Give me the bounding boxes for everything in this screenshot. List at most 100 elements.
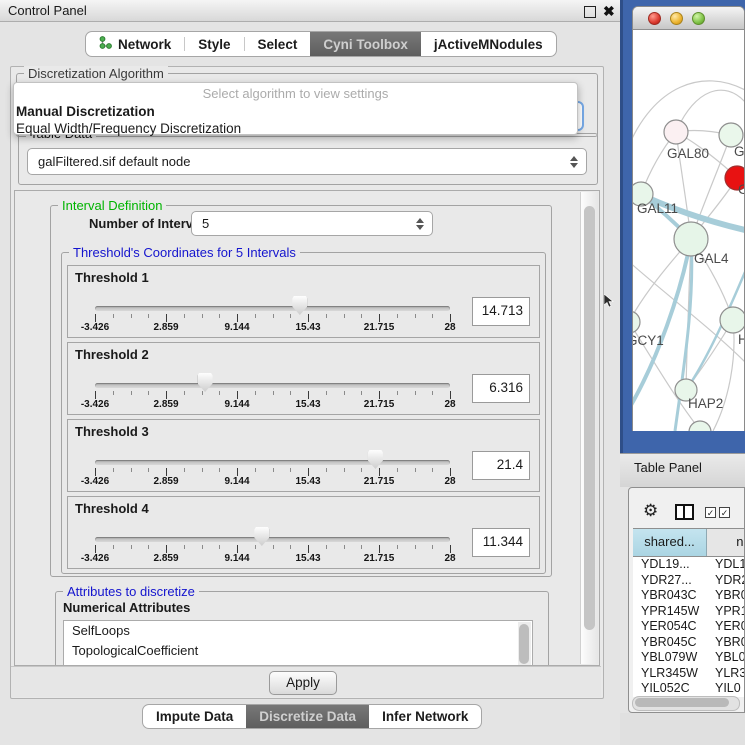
zoom-traffic-light[interactable] — [692, 12, 705, 25]
slider-tick — [219, 468, 220, 472]
columns-icon[interactable] — [675, 504, 694, 520]
slider-tick — [113, 314, 114, 318]
number-of-intervals-combobox[interactable]: 5 — [191, 211, 433, 236]
tab-jactivemnodules[interactable]: jActiveMNodules — [421, 32, 556, 56]
slider-tick — [237, 468, 238, 476]
node-label: GAL11 — [637, 201, 678, 216]
slider-tick — [237, 314, 238, 322]
screen: Control Panel ✖ Network Style Select Cyn… — [0, 0, 745, 745]
threshold-2-value-field[interactable]: 6.316 — [472, 374, 530, 403]
table-row[interactable]: YDL19...YDL1 — [633, 557, 745, 573]
node-bottom-partial[interactable] — [689, 421, 711, 431]
slider-tick — [344, 391, 345, 395]
slider-tick — [379, 545, 380, 553]
checkbox-icon[interactable]: ✓ — [719, 507, 730, 518]
dropdown-item-manual[interactable]: Manual Discretization — [16, 104, 155, 119]
attributes-group-label: Attributes to discretize — [63, 584, 199, 599]
discretization-algorithm-label: Discretization Algorithm — [24, 66, 168, 81]
network-window-titlebar[interactable] — [633, 7, 744, 30]
threshold-1-slider-track[interactable] — [95, 306, 450, 311]
slider-tick-label: 9.144 — [207, 476, 267, 487]
threshold-3-slider-track[interactable] — [95, 460, 450, 465]
table-row[interactable]: YDR27...YDR2 — [633, 573, 745, 589]
slider-tick-label: 2.859 — [136, 553, 196, 564]
gear-icon[interactable]: ⚙ — [643, 502, 658, 519]
threshold-3-value-field[interactable]: 21.4 — [472, 451, 530, 480]
threshold-4-value-field[interactable]: 11.344 — [472, 528, 530, 557]
node-right-h[interactable] — [720, 307, 744, 333]
slider-tick-label: 28 — [420, 476, 480, 487]
close-traffic-light[interactable] — [648, 12, 661, 25]
table-horizontal-scrollbar[interactable] — [632, 696, 740, 711]
node-gcy1[interactable] — [633, 311, 640, 333]
slider-tick — [379, 391, 380, 399]
slider-tick — [415, 314, 416, 318]
table-row[interactable]: YLR345WYLR3 — [633, 666, 745, 682]
slider-tick — [131, 391, 132, 395]
minimize-traffic-light[interactable] — [670, 12, 683, 25]
threshold-2-slider-track[interactable] — [95, 383, 450, 388]
slider-tick — [326, 391, 327, 395]
settings-scrollbar[interactable] — [580, 192, 598, 664]
tab-infer-network[interactable]: Infer Network — [369, 705, 481, 728]
slider-tick-label: 2.859 — [136, 399, 196, 410]
slider-tick — [202, 391, 203, 395]
tab-style[interactable]: Style — [185, 32, 243, 56]
slider-tick — [397, 391, 398, 395]
slider-tick — [184, 468, 185, 472]
list-item[interactable]: TopologicalCoefficient — [64, 641, 532, 661]
slider-tick — [397, 545, 398, 549]
table-panel-title: Table Panel — [634, 460, 702, 475]
column-header-name[interactable]: na — [707, 529, 745, 556]
table-data-combobox[interactable]: galFiltered.sif default node — [27, 148, 587, 175]
slider-tick — [131, 468, 132, 472]
float-window-icon[interactable] — [584, 6, 596, 18]
network-canvas[interactable]: GAL80 GA C GAL11 GAL4 GCY1 H HAP2 — [633, 30, 744, 431]
node-label: GAL4 — [694, 251, 729, 266]
slider-tick — [326, 545, 327, 549]
tab-impute-data[interactable]: Impute Data — [143, 705, 246, 728]
list-item[interactable]: SelfLoops — [64, 621, 532, 641]
cyni-bottom-tabbar: Impute Data Discretize Data Infer Networ… — [142, 704, 482, 729]
threshold-4-slider-thumb[interactable] — [254, 527, 269, 546]
dropdown-item-equal-width[interactable]: Equal Width/Frequency Discretization — [16, 121, 241, 136]
tab-select[interactable]: Select — [245, 32, 311, 56]
checkbox-icon[interactable]: ✓ — [705, 507, 716, 518]
slider-tick — [450, 545, 451, 553]
table-row[interactable]: YBR043CYBR0 — [633, 588, 745, 604]
apply-button[interactable]: Apply — [269, 671, 337, 695]
slider-tick-label: -3.426 — [65, 322, 125, 333]
close-icon[interactable]: ✖ — [603, 2, 615, 20]
slider-tick-label: 9.144 — [207, 553, 267, 564]
slider-tick — [219, 314, 220, 318]
table-row[interactable]: YIL052CYIL0 — [633, 681, 745, 697]
slider-tick-label: 21.715 — [349, 399, 409, 410]
threshold-1-slider-thumb[interactable] — [292, 296, 307, 315]
threshold-2-slider-thumb[interactable] — [198, 373, 213, 392]
thresholds-group-label: Threshold's Coordinates for 5 Intervals — [69, 245, 300, 260]
slider-tick — [113, 468, 114, 472]
column-header-shared-name[interactable]: shared... — [633, 529, 707, 556]
node-gal80[interactable] — [664, 120, 688, 144]
threshold-3-label: Threshold 3 — [75, 424, 149, 439]
slider-tick — [432, 314, 433, 318]
slider-tick — [255, 545, 256, 549]
threshold-1-value-field[interactable]: 14.713 — [472, 297, 530, 326]
slider-tick — [148, 391, 149, 395]
table-row[interactable]: YER054CYER0 — [633, 619, 745, 635]
table-panel-titlebar: Table Panel — [620, 453, 745, 487]
network-icon — [99, 36, 112, 52]
slider-tick — [166, 545, 167, 553]
bottom-filler — [620, 713, 745, 745]
threshold-4-slider-track[interactable] — [95, 537, 450, 542]
table-row[interactable]: YBR045CYBR0 — [633, 635, 745, 651]
slider-tick — [237, 545, 238, 553]
list-scrollbar[interactable] — [518, 622, 531, 666]
tab-discretize-data[interactable]: Discretize Data — [246, 705, 369, 728]
tab-cyni-toolbox[interactable]: Cyni Toolbox — [310, 32, 421, 56]
table-row[interactable]: YPR145WYPR1 — [633, 604, 745, 620]
tab-network[interactable]: Network — [86, 32, 184, 56]
table-row[interactable]: YBL079WYBL0 — [633, 650, 745, 666]
slider-tick — [148, 545, 149, 549]
threshold-3-slider-thumb[interactable] — [368, 450, 383, 469]
